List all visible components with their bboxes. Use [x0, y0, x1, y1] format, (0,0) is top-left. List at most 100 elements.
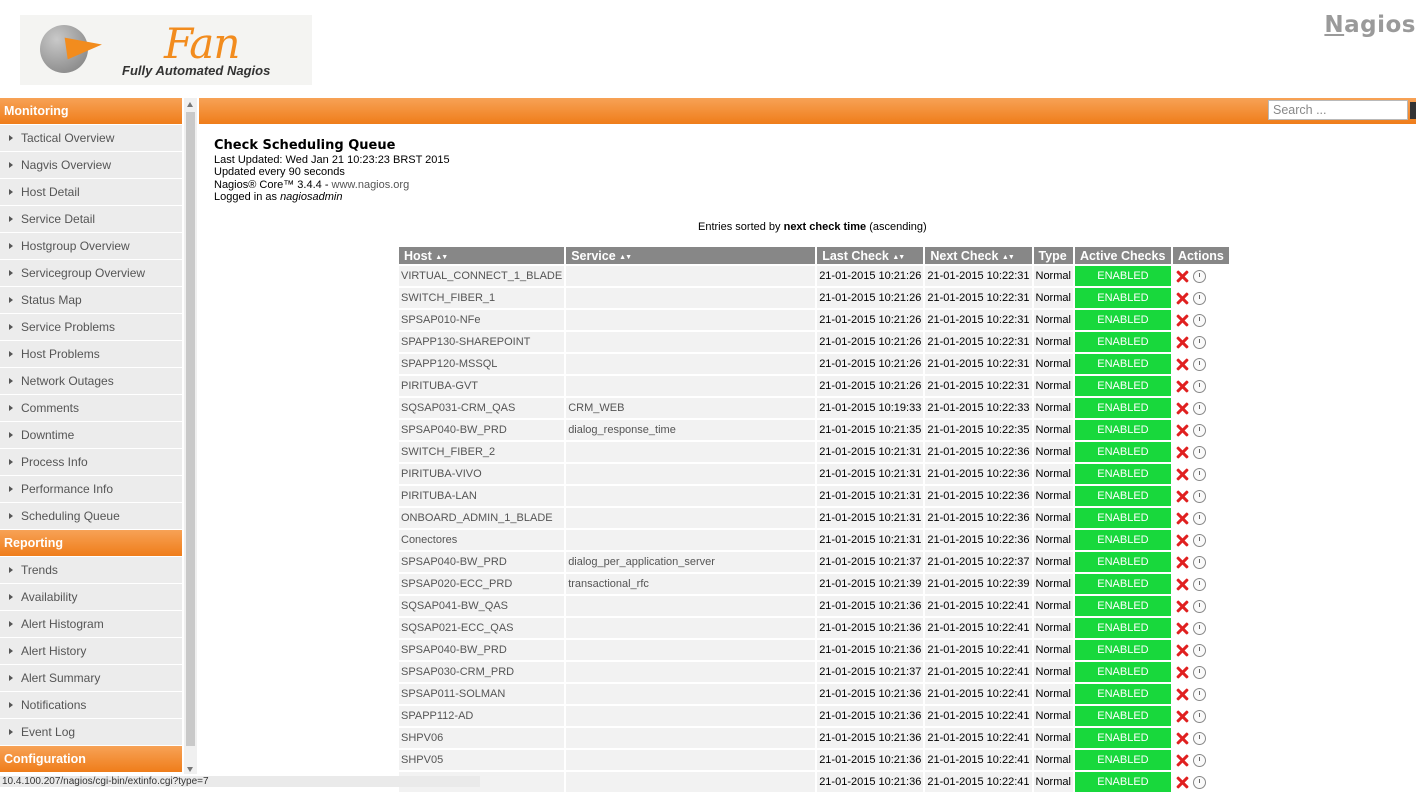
- nagios-link[interactable]: www.nagios.org: [332, 179, 410, 191]
- delete-check-icon[interactable]: [1176, 622, 1189, 635]
- host-cell[interactable]: SQSAP041-BW_QAS: [399, 596, 565, 618]
- host-cell[interactable]: SPAPP130-SHAREPOINT: [399, 332, 565, 354]
- reschedule-clock-icon[interactable]: [1192, 599, 1206, 613]
- delete-check-icon[interactable]: [1176, 556, 1189, 569]
- host-cell[interactable]: SPAPP120-MSSQL: [399, 354, 565, 376]
- reschedule-clock-icon[interactable]: [1192, 753, 1206, 767]
- delete-check-icon[interactable]: [1176, 512, 1189, 525]
- scrollbar-thumb[interactable]: [186, 112, 195, 746]
- reschedule-clock-icon[interactable]: [1192, 269, 1206, 283]
- delete-check-icon[interactable]: [1176, 732, 1189, 745]
- delete-check-icon[interactable]: [1176, 490, 1189, 503]
- host-cell[interactable]: SQSAP021-ECC_QAS: [399, 618, 565, 640]
- delete-check-icon[interactable]: [1176, 468, 1189, 481]
- reschedule-clock-icon[interactable]: [1192, 379, 1206, 393]
- sidebar-section-configuration[interactable]: Configuration: [0, 746, 182, 773]
- delete-check-icon[interactable]: [1176, 666, 1189, 679]
- sort-host-icon[interactable]: ▲▼: [435, 254, 448, 261]
- delete-check-icon[interactable]: [1176, 402, 1189, 415]
- sidebar-item-comments[interactable]: Comments: [0, 395, 182, 422]
- col-last-check[interactable]: Last Check ▲▼: [817, 247, 924, 266]
- reschedule-clock-icon[interactable]: [1192, 445, 1206, 459]
- scroll-up-arrow-icon[interactable]: [187, 102, 193, 107]
- sidebar-item-alert-histogram[interactable]: Alert Histogram: [0, 611, 182, 638]
- sidebar-item-hostgroup-overview[interactable]: Hostgroup Overview: [0, 233, 182, 260]
- sidebar-item-trends[interactable]: Trends: [0, 557, 182, 584]
- delete-check-icon[interactable]: [1176, 600, 1189, 613]
- sort-last-check-icon[interactable]: ▲▼: [892, 254, 905, 261]
- delete-check-icon[interactable]: [1176, 688, 1189, 701]
- host-cell[interactable]: PIRITUBA-LAN: [399, 486, 565, 508]
- sidebar-item-performance-info[interactable]: Performance Info: [0, 476, 182, 503]
- reschedule-clock-icon[interactable]: [1192, 357, 1206, 371]
- search-input[interactable]: [1268, 100, 1408, 120]
- sidebar-item-downtime[interactable]: Downtime: [0, 422, 182, 449]
- sidebar-item-process-info[interactable]: Process Info: [0, 449, 182, 476]
- fan-logo[interactable]: Fan Fully Automated Nagios: [20, 15, 312, 85]
- host-cell[interactable]: SHPV06: [399, 728, 565, 750]
- reschedule-clock-icon[interactable]: [1192, 665, 1206, 679]
- sidebar-item-servicegroup-overview[interactable]: Servicegroup Overview: [0, 260, 182, 287]
- reschedule-clock-icon[interactable]: [1192, 621, 1206, 635]
- sidebar-section-reporting[interactable]: Reporting: [0, 530, 182, 557]
- host-cell[interactable]: SPSAP040-BW_PRD: [399, 420, 565, 442]
- sidebar-item-network-outages[interactable]: Network Outages: [0, 368, 182, 395]
- host-cell[interactable]: SPAPP112-AD: [399, 706, 565, 728]
- col-service[interactable]: Service ▲▼: [566, 247, 816, 266]
- reschedule-clock-icon[interactable]: [1192, 423, 1206, 437]
- delete-check-icon[interactable]: [1176, 424, 1189, 437]
- reschedule-clock-icon[interactable]: [1192, 643, 1206, 657]
- host-cell[interactable]: SPSAP040-BW_PRD: [399, 552, 565, 574]
- delete-check-icon[interactable]: [1176, 292, 1189, 305]
- reschedule-clock-icon[interactable]: [1192, 731, 1206, 745]
- sidebar-section-monitoring[interactable]: Monitoring: [0, 98, 182, 125]
- sidebar-item-service-problems[interactable]: Service Problems: [0, 314, 182, 341]
- reschedule-clock-icon[interactable]: [1192, 687, 1206, 701]
- host-cell[interactable]: Conectores: [399, 530, 565, 552]
- reschedule-clock-icon[interactable]: [1192, 335, 1206, 349]
- sidebar-item-alert-summary[interactable]: Alert Summary: [0, 665, 182, 692]
- sort-next-check-icon[interactable]: ▲▼: [1002, 254, 1015, 261]
- sidebar-item-nagvis-overview[interactable]: Nagvis Overview: [0, 152, 182, 179]
- sidebar-item-scheduling-queue[interactable]: Scheduling Queue: [0, 503, 182, 530]
- reschedule-clock-icon[interactable]: [1192, 489, 1206, 503]
- sidebar-item-alert-history[interactable]: Alert History: [0, 638, 182, 665]
- reschedule-clock-icon[interactable]: [1192, 511, 1206, 525]
- host-cell[interactable]: SPSAP030-CRM_PRD: [399, 662, 565, 684]
- reschedule-clock-icon[interactable]: [1192, 291, 1206, 305]
- reschedule-clock-icon[interactable]: [1192, 533, 1206, 547]
- sort-service-icon[interactable]: ▲▼: [619, 254, 632, 261]
- delete-check-icon[interactable]: [1176, 336, 1189, 349]
- delete-check-icon[interactable]: [1176, 380, 1189, 393]
- host-cell[interactable]: SPSAP040-BW_PRD: [399, 640, 565, 662]
- host-cell[interactable]: SPSAP011-SOLMAN: [399, 684, 565, 706]
- host-cell[interactable]: PIRITUBA-VIVO: [399, 464, 565, 486]
- sidebar-item-host-detail[interactable]: Host Detail: [0, 179, 182, 206]
- sidebar-item-notifications[interactable]: Notifications: [0, 692, 182, 719]
- sidebar-item-status-map[interactable]: Status Map: [0, 287, 182, 314]
- delete-check-icon[interactable]: [1176, 710, 1189, 723]
- delete-check-icon[interactable]: [1176, 314, 1189, 327]
- reschedule-clock-icon[interactable]: [1192, 467, 1206, 481]
- host-cell[interactable]: SWITCH_FIBER_1: [399, 288, 565, 310]
- host-cell[interactable]: SPSAP020-ECC_PRD: [399, 574, 565, 596]
- col-host[interactable]: Host ▲▼: [399, 247, 565, 266]
- reschedule-clock-icon[interactable]: [1192, 401, 1206, 415]
- sidebar-item-tactical-overview[interactable]: Tactical Overview: [0, 125, 182, 152]
- delete-check-icon[interactable]: [1176, 446, 1189, 459]
- delete-check-icon[interactable]: [1176, 754, 1189, 767]
- delete-check-icon[interactable]: [1176, 534, 1189, 547]
- reschedule-clock-icon[interactable]: [1192, 709, 1206, 723]
- service-cell[interactable]: dialog_response_time: [566, 420, 816, 442]
- reschedule-clock-icon[interactable]: [1192, 577, 1206, 591]
- host-cell[interactable]: SQSAP031-CRM_QAS: [399, 398, 565, 420]
- nagios-brand[interactable]: Nagios: [1324, 12, 1416, 38]
- host-cell[interactable]: VIRTUAL_CONNECT_1_BLADE: [399, 266, 565, 288]
- sidebar-item-host-problems[interactable]: Host Problems: [0, 341, 182, 368]
- host-cell[interactable]: SHPV05: [399, 750, 565, 772]
- col-next-check[interactable]: Next Check ▲▼: [925, 247, 1032, 266]
- sidebar-item-service-detail[interactable]: Service Detail: [0, 206, 182, 233]
- host-cell[interactable]: PIRITUBA-GVT: [399, 376, 565, 398]
- delete-check-icon[interactable]: [1176, 644, 1189, 657]
- sidebar-scrollbar[interactable]: [184, 98, 197, 774]
